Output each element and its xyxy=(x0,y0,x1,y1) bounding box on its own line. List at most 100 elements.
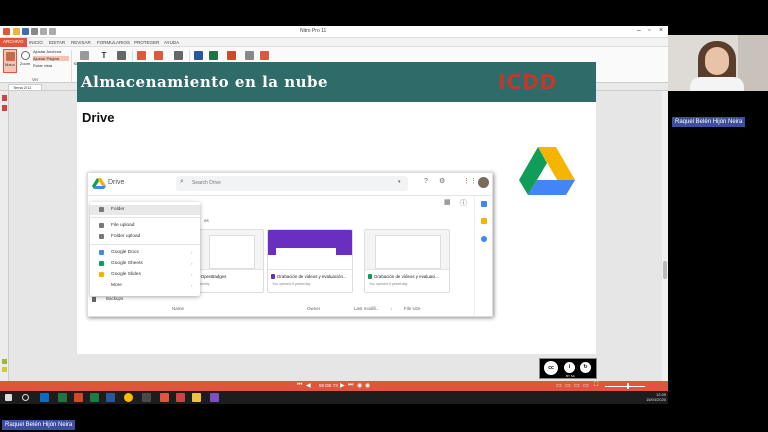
column-file-size[interactable]: File size xyxy=(404,306,421,311)
zoom-slider-thumb[interactable] xyxy=(627,383,629,389)
avatar[interactable] xyxy=(478,177,489,188)
back-icon[interactable]: ◉ xyxy=(357,382,362,389)
print-icon[interactable] xyxy=(31,28,38,35)
fit-width-label: Ajustar Anchura xyxy=(33,49,62,54)
zoom-label: Zoom xyxy=(19,61,31,66)
slide-heading: Drive xyxy=(82,110,115,125)
column-last-modified[interactable]: Last modifi... xyxy=(354,306,380,311)
tab-ayuda[interactable]: AYUDA xyxy=(164,40,179,45)
calendar-icon[interactable] xyxy=(481,201,487,207)
license-label: BY SA xyxy=(566,374,575,378)
document-tab-label: Tema 2/11 xyxy=(13,85,32,90)
pen-icon xyxy=(116,51,126,60)
view-mode-icon[interactable]: ▭ xyxy=(556,382,562,389)
menu-divider xyxy=(90,217,200,218)
zoom-button[interactable]: Zoom xyxy=(19,51,31,66)
menu-item-file-upload[interactable]: File upload xyxy=(90,221,200,231)
windows-start-icon[interactable] xyxy=(5,394,12,401)
tab-inicio[interactable]: INICIO xyxy=(29,40,43,45)
save-icon[interactable] xyxy=(22,28,29,35)
excel-icon[interactable] xyxy=(58,393,67,402)
help-icon[interactable]: ? xyxy=(424,178,428,185)
menu-item-more[interactable]: More › xyxy=(90,281,200,291)
docs-icon xyxy=(99,250,104,255)
powerpoint-icon[interactable] xyxy=(74,393,83,402)
tab-formularios[interactable]: FORMULARIOS xyxy=(97,40,130,45)
tasks-icon[interactable] xyxy=(481,236,487,242)
attachments-icon[interactable] xyxy=(2,367,7,372)
chevron-right-icon: › xyxy=(191,261,193,266)
nitro-icon[interactable] xyxy=(160,393,169,402)
app-icon[interactable] xyxy=(176,393,185,402)
close-icon[interactable]: × xyxy=(659,27,663,34)
hand-button[interactable]: Mano xyxy=(3,49,17,73)
by-person-icon: i xyxy=(564,362,575,373)
chrome-icon[interactable] xyxy=(124,393,133,402)
file-title: Grabación de videos y evaluación... xyxy=(277,274,347,279)
prev-page-icon[interactable]: ◀ xyxy=(306,382,311,389)
backups-item[interactable]: Backups xyxy=(106,296,123,301)
redo-icon[interactable] xyxy=(49,28,56,35)
view-mode-icon[interactable]: ▭ xyxy=(583,382,589,389)
scrollbar-thumb[interactable] xyxy=(663,261,667,279)
sort-arrow-icon[interactable]: ↓ xyxy=(390,306,392,311)
hand-icon xyxy=(5,52,15,61)
column-owner[interactable]: Owner xyxy=(307,306,320,311)
excel-icon[interactable] xyxy=(90,393,99,402)
tab-editar[interactable]: EDITAR xyxy=(49,40,65,45)
tab-revisar[interactable]: REVISAR xyxy=(71,40,91,45)
forward-icon[interactable]: ◉ xyxy=(365,382,370,389)
minimize-icon[interactable]: – xyxy=(637,27,641,34)
zoom-slider[interactable] xyxy=(605,386,645,387)
keep-icon[interactable] xyxy=(481,218,487,224)
file-card[interactable]: Grabación de vídeos y evaluaci... You op… xyxy=(364,229,450,293)
menu-item-google-docs[interactable]: Google Docs › xyxy=(90,248,200,258)
fullscreen-icon[interactable]: ⛶ xyxy=(594,382,598,389)
menu-item-folder[interactable]: Folder xyxy=(90,205,200,215)
tab-archivo[interactable]: ARCHIVO xyxy=(0,38,27,47)
file-card[interactable]: Grabación de videos y evaluación... You … xyxy=(267,229,353,293)
next-page-icon[interactable]: ▶ xyxy=(340,382,345,389)
drive-search-input[interactable]: Search Drive xyxy=(192,180,221,186)
vertical-scrollbar[interactable] xyxy=(662,91,668,381)
menu-item-label: Google Docs xyxy=(111,250,139,255)
windows-taskbar: 12:09 15/04/2020 xyxy=(0,391,668,404)
document-tab[interactable]: Tema 2/11 xyxy=(8,84,42,91)
app-icon[interactable] xyxy=(210,393,219,402)
column-name[interactable]: Name xyxy=(172,306,184,311)
cc-icon: cc xyxy=(544,361,558,375)
menu-item-folder-upload[interactable]: Folder upload xyxy=(90,232,200,242)
menu-item-google-sheets[interactable]: Google Sheets › xyxy=(90,259,200,269)
last-page-icon[interactable]: ⏭ xyxy=(348,382,353,389)
folder-icon[interactable] xyxy=(192,393,201,402)
gear-icon[interactable]: ⚙ xyxy=(439,177,445,185)
comments-icon[interactable] xyxy=(2,359,7,364)
fit-width-button[interactable]: Ajustar Anchura xyxy=(33,49,73,54)
search-icon[interactable] xyxy=(22,394,29,401)
apps-grid-icon[interactable]: ⋮⋮ xyxy=(463,177,477,185)
view-mode-icon[interactable]: ▭ xyxy=(574,382,580,389)
undo-icon[interactable] xyxy=(40,28,47,35)
presenter-name-badge: Raquel Belén Hijón Neira xyxy=(2,420,76,430)
info-icon[interactable]: ⓘ xyxy=(460,198,467,208)
outlook-icon[interactable] xyxy=(40,393,49,402)
tab-proteger[interactable]: PROTEGER xyxy=(134,40,159,45)
first-page-icon[interactable]: ⏮ xyxy=(297,382,302,389)
view-mode-icon[interactable]: ▭ xyxy=(565,382,571,389)
open-icon[interactable] xyxy=(13,28,20,35)
app-icon[interactable] xyxy=(142,393,151,402)
chevron-down-icon[interactable]: ▾ xyxy=(398,179,401,185)
folder-upload-icon xyxy=(99,234,104,239)
maximize-icon[interactable]: ▫ xyxy=(648,27,650,34)
grid-view-icon[interactable]: ▦ xyxy=(444,198,451,206)
pdfa-icon xyxy=(259,51,269,60)
fit-page-button[interactable]: Ajustar Página xyxy=(33,56,69,61)
pages-icon[interactable] xyxy=(2,95,7,101)
menu-item-label: Folder upload xyxy=(111,234,141,239)
rotate-view-button[interactable]: Rotar vista xyxy=(33,63,69,68)
menu-item-google-slides[interactable]: Google Slides › xyxy=(90,270,200,280)
word-icon[interactable] xyxy=(106,393,115,402)
page-info: 59 DE 73 xyxy=(319,383,338,388)
bookmarks-icon[interactable] xyxy=(2,105,7,111)
folder-icon xyxy=(99,207,104,212)
